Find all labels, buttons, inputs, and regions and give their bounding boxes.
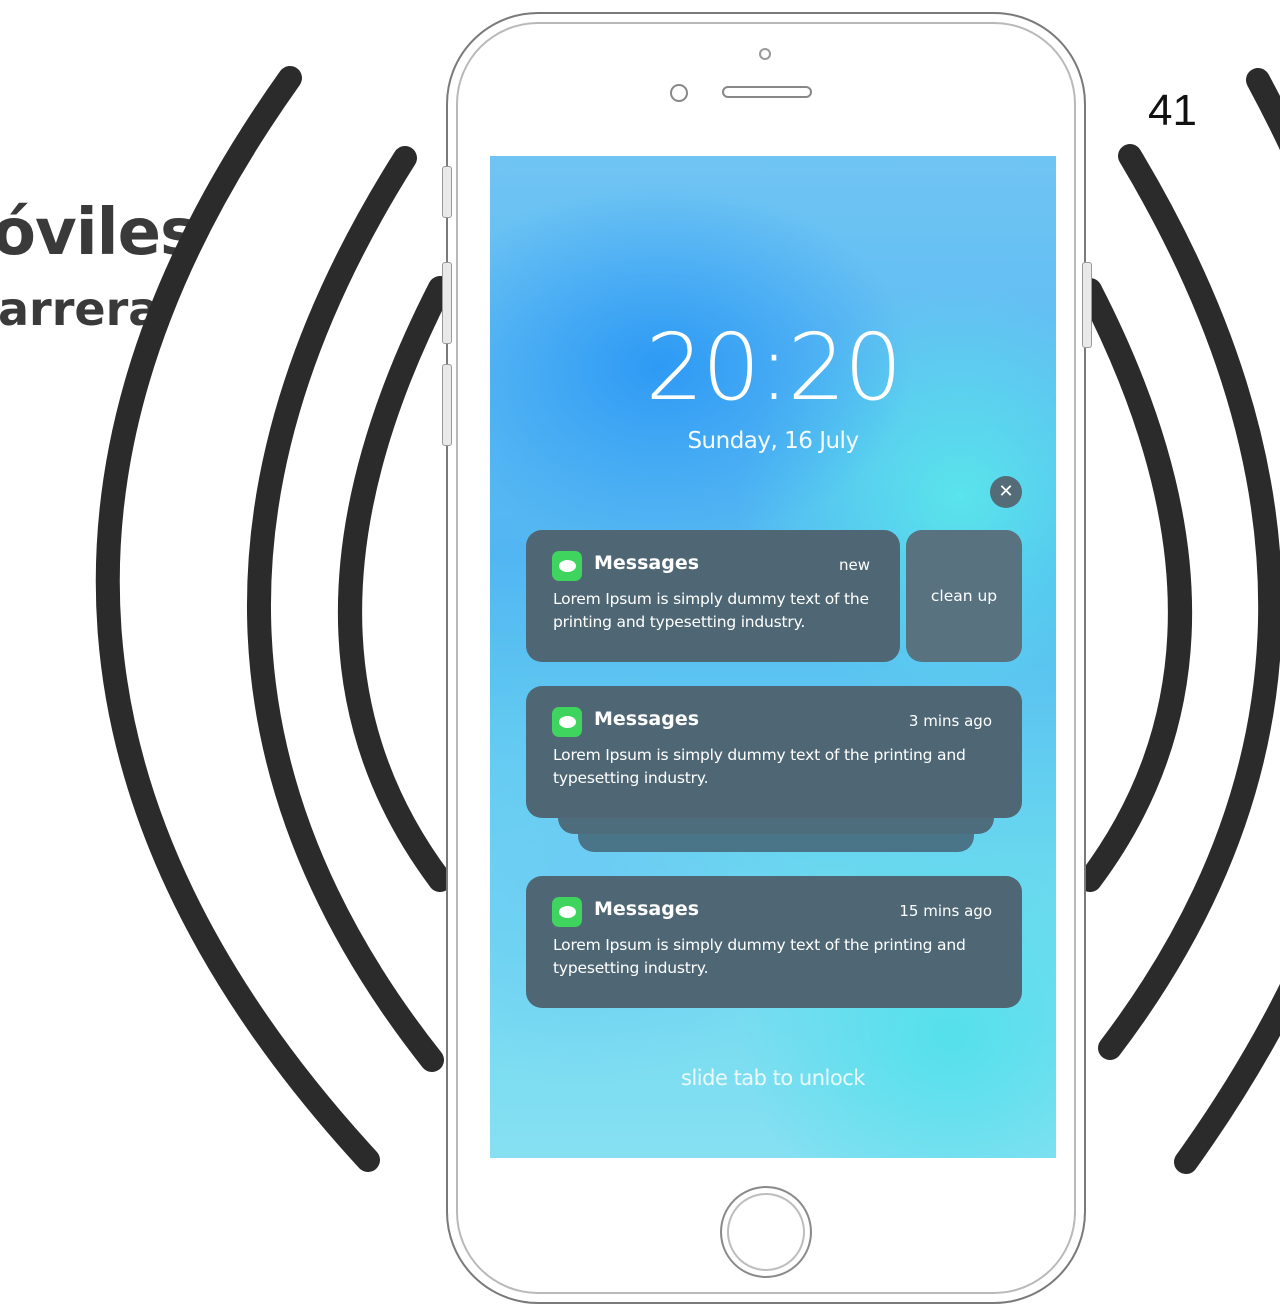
notification-body-line: printing and typesetting industry. — [553, 613, 806, 631]
front-camera — [670, 84, 688, 102]
messages-app-icon — [552, 707, 582, 737]
wave-right-inner — [1078, 278, 1192, 892]
notification-card[interactable]: Messages 3 mins ago Lorem Ipsum is simpl… — [526, 686, 1022, 818]
notification-card[interactable]: Messages 15 mins ago Lorem Ipsum is simp… — [526, 876, 1022, 1008]
notification-body-line: Lorem Ipsum is simply dummy text of the … — [553, 936, 966, 954]
lock-screen: 20:20 Sunday, 16 July ✕ Messages new Lor… — [490, 156, 1056, 1158]
notification-body-line: typesetting industry. — [553, 769, 709, 787]
notification-body: Lorem Ipsum is simply dummy text of the … — [553, 588, 869, 634]
notification-body: Lorem Ipsum is simply dummy text of the … — [553, 934, 966, 980]
close-icon[interactable]: ✕ — [990, 476, 1022, 508]
phone-volume-down — [442, 364, 452, 446]
notification-body-line: Lorem Ipsum is simply dummy text of the … — [553, 746, 966, 764]
notification-app-name: Messages — [594, 552, 700, 574]
clean-up-button[interactable]: clean up — [906, 530, 1022, 662]
notification-time: new — [838, 556, 870, 574]
lock-clock: 20:20 — [645, 314, 902, 421]
wave-left-inner — [338, 276, 452, 892]
notification-body-line: typesetting industry. — [553, 959, 709, 977]
notification-body: Lorem Ipsum is simply dummy text of the … — [553, 744, 966, 790]
phone-power-button — [1082, 262, 1092, 348]
notification-time: 15 mins ago — [899, 902, 992, 920]
earpiece-speaker — [722, 86, 812, 98]
notification-time: 3 mins ago — [908, 712, 992, 730]
proximity-sensor — [759, 48, 771, 60]
slide-to-unlock-hint[interactable]: slide tab to unlock — [490, 1066, 1056, 1090]
notification-app-name: Messages — [594, 898, 700, 920]
phone-volume-up — [442, 262, 452, 344]
home-button[interactable] — [720, 1186, 812, 1278]
notification-card[interactable]: Messages new Lorem Ipsum is simply dummy… — [526, 530, 900, 662]
messages-app-icon — [552, 551, 582, 581]
phone-mute-switch — [442, 166, 452, 218]
notification-body-line: Lorem Ipsum is simply dummy text of the — [553, 590, 869, 608]
notification-app-name: Messages — [594, 708, 700, 730]
messages-app-icon — [552, 897, 582, 927]
lock-date: Sunday, 16 July — [687, 428, 859, 454]
wave-left-outer — [95, 66, 380, 1172]
